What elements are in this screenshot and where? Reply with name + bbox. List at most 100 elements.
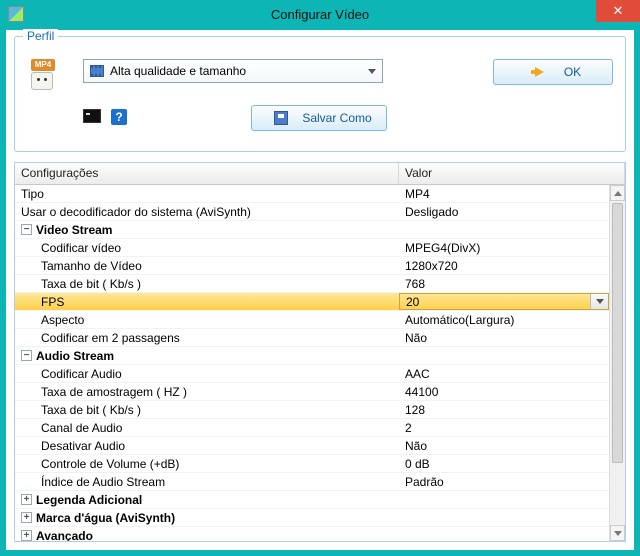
- format-face-icon: [31, 72, 53, 90]
- grid-cell-label: Tipo: [15, 187, 399, 201]
- ok-button[interactable]: OK: [493, 59, 613, 85]
- grid-cell-value[interactable]: 1280x720: [399, 257, 609, 274]
- grid-cell-value[interactable]: MP4: [399, 185, 609, 202]
- grid-cell-label: Codificar Audio: [15, 367, 399, 381]
- ok-button-label: OK: [564, 65, 581, 79]
- grid-label-text: Tamanho de Vídeo: [41, 259, 142, 273]
- grid-group-row[interactable]: −Video Stream: [15, 221, 609, 239]
- expand-icon[interactable]: +: [21, 530, 32, 541]
- grid-cell-label: −Audio Stream: [15, 349, 399, 363]
- scroll-up-button[interactable]: [610, 185, 625, 201]
- grid-cell-value: [399, 221, 609, 238]
- grid-cell-value[interactable]: 2: [399, 419, 609, 436]
- grid-cell-value[interactable]: Padrão: [399, 473, 609, 490]
- grid-cell-label: +Avançado: [15, 529, 399, 542]
- titlebar: Configurar Vídeo ✕: [0, 0, 640, 28]
- grid-group-row[interactable]: +Marca d'água (AviSynth): [15, 509, 609, 527]
- grid-value-text: 768: [405, 277, 425, 291]
- console-icon[interactable]: [83, 109, 101, 123]
- grid-cell-label: +Legenda Adicional: [15, 493, 399, 507]
- grid-cell-value[interactable]: 44100: [399, 383, 609, 400]
- grid-cell-value[interactable]: 0 dB: [399, 455, 609, 472]
- grid-cell-value[interactable]: 20: [399, 293, 609, 310]
- grid-row[interactable]: Taxa de bit ( Kb/s ) 128: [15, 401, 609, 419]
- grid-value-text: MPEG4(DivX): [405, 241, 480, 255]
- grid-row[interactable]: Usar o decodificador do sistema (AviSynt…: [15, 203, 609, 221]
- profile-select[interactable]: Alta qualidade e tamanho: [83, 59, 383, 83]
- scroll-down-button[interactable]: [610, 525, 625, 541]
- expand-icon[interactable]: +: [21, 494, 32, 505]
- grid-row[interactable]: Desativar Audio Não: [15, 437, 609, 455]
- scroll-thumb[interactable]: [612, 203, 623, 463]
- grid-cell-value[interactable]: 128: [399, 401, 609, 418]
- grid-cell-label: Desativar Audio: [15, 439, 399, 453]
- grid-row[interactable]: Aspecto Automático(Largura): [15, 311, 609, 329]
- grid-row[interactable]: Taxa de bit ( Kb/s ) 768: [15, 275, 609, 293]
- grid-cell-value[interactable]: Desligado: [399, 203, 609, 220]
- grid-row[interactable]: Canal de Audio 2: [15, 419, 609, 437]
- grid-value-text: MP4: [405, 187, 430, 201]
- grid-cell-label: Usar o decodificador do sistema (AviSynt…: [15, 205, 399, 219]
- grid-group-row[interactable]: −Audio Stream: [15, 347, 609, 365]
- grid-row[interactable]: Índice de Audio Stream Padrão: [15, 473, 609, 491]
- grid-cell-label: Taxa de bit ( Kb/s ): [15, 277, 399, 291]
- grid-row[interactable]: Controle de Volume (+dB) 0 dB: [15, 455, 609, 473]
- grid-row[interactable]: Codificar vídeo MPEG4(DivX): [15, 239, 609, 257]
- save-icon: [274, 111, 288, 125]
- grid-cell-value: [399, 347, 609, 364]
- grid-cell-value[interactable]: Não: [399, 437, 609, 454]
- grid-value-text: AAC: [405, 367, 430, 381]
- grid-label-text: Taxa de bit ( Kb/s ): [41, 277, 141, 291]
- grid-header-settings[interactable]: Configurações: [15, 163, 399, 184]
- film-icon: [90, 65, 104, 77]
- profile-select-value: Alta qualidade e tamanho: [110, 64, 246, 78]
- grid-cell-value[interactable]: Não: [399, 329, 609, 346]
- grid-label-text: Aspecto: [41, 313, 84, 327]
- grid-cell-value[interactable]: MPEG4(DivX): [399, 239, 609, 256]
- grid-group-row[interactable]: +Avançado: [15, 527, 609, 541]
- grid-label-text: Taxa de amostragem ( HZ ): [41, 385, 187, 399]
- grid-row[interactable]: Codificar Audio AAC: [15, 365, 609, 383]
- grid-cell-value[interactable]: 768: [399, 275, 609, 292]
- grid-value-text: Automático(Largura): [405, 313, 514, 327]
- grid-label-text: Desativar Audio: [41, 439, 125, 453]
- grid-header-value[interactable]: Valor: [399, 163, 625, 184]
- grid-label-text: Video Stream: [36, 223, 112, 237]
- collapse-icon[interactable]: −: [21, 224, 32, 235]
- close-icon: ✕: [613, 3, 624, 19]
- grid-cell-value: [399, 509, 609, 526]
- grid-row[interactable]: FPS20: [15, 293, 609, 311]
- format-mp4-icon: MP4: [31, 59, 61, 89]
- grid-value-text: Desligado: [405, 205, 458, 219]
- collapse-icon[interactable]: −: [21, 350, 32, 361]
- grid-cell-label: Controle de Volume (+dB): [15, 457, 399, 471]
- help-button[interactable]: ?: [111, 109, 127, 125]
- scrollbar[interactable]: [609, 185, 625, 541]
- grid-cell-label: Codificar em 2 passagens: [15, 331, 399, 345]
- grid-cell-value: [399, 527, 609, 541]
- save-as-button[interactable]: Salvar Como: [251, 105, 387, 131]
- expand-icon[interactable]: +: [21, 512, 32, 523]
- grid-label-text: Índice de Audio Stream: [41, 475, 165, 489]
- grid-row[interactable]: Taxa de amostragem ( HZ ) 44100: [15, 383, 609, 401]
- grid-cell-label: Codificar vídeo: [15, 241, 399, 255]
- format-badge: MP4: [31, 59, 55, 71]
- grid-label-text: Usar o decodificador do sistema (AviSynt…: [21, 205, 251, 219]
- grid-group-row[interactable]: +Legenda Adicional: [15, 491, 609, 509]
- profile-fieldset: Perfil MP4 Alta qualidade e tamanho OK ?…: [14, 36, 626, 152]
- grid-value-text: Não: [405, 439, 427, 453]
- chevron-down-icon: [596, 299, 604, 304]
- dropdown-button[interactable]: [590, 294, 608, 309]
- grid-cell-value[interactable]: Automático(Largura): [399, 311, 609, 328]
- grid-row[interactable]: Tamanho de Vídeo 1280x720: [15, 257, 609, 275]
- grid-label-text: Taxa de bit ( Kb/s ): [41, 403, 141, 417]
- close-button[interactable]: ✕: [596, 0, 640, 22]
- grid-row[interactable]: Tipo MP4: [15, 185, 609, 203]
- grid-cell-label: Índice de Audio Stream: [15, 475, 399, 489]
- grid-cell-value[interactable]: AAC: [399, 365, 609, 382]
- grid-value-text: 128: [405, 403, 425, 417]
- grid-label-text: Controle de Volume (+dB): [41, 457, 179, 471]
- grid-row[interactable]: Codificar em 2 passagensNão: [15, 329, 609, 347]
- grid-label-text: Canal de Audio: [41, 421, 122, 435]
- grid-cell-label: Aspecto: [15, 313, 399, 327]
